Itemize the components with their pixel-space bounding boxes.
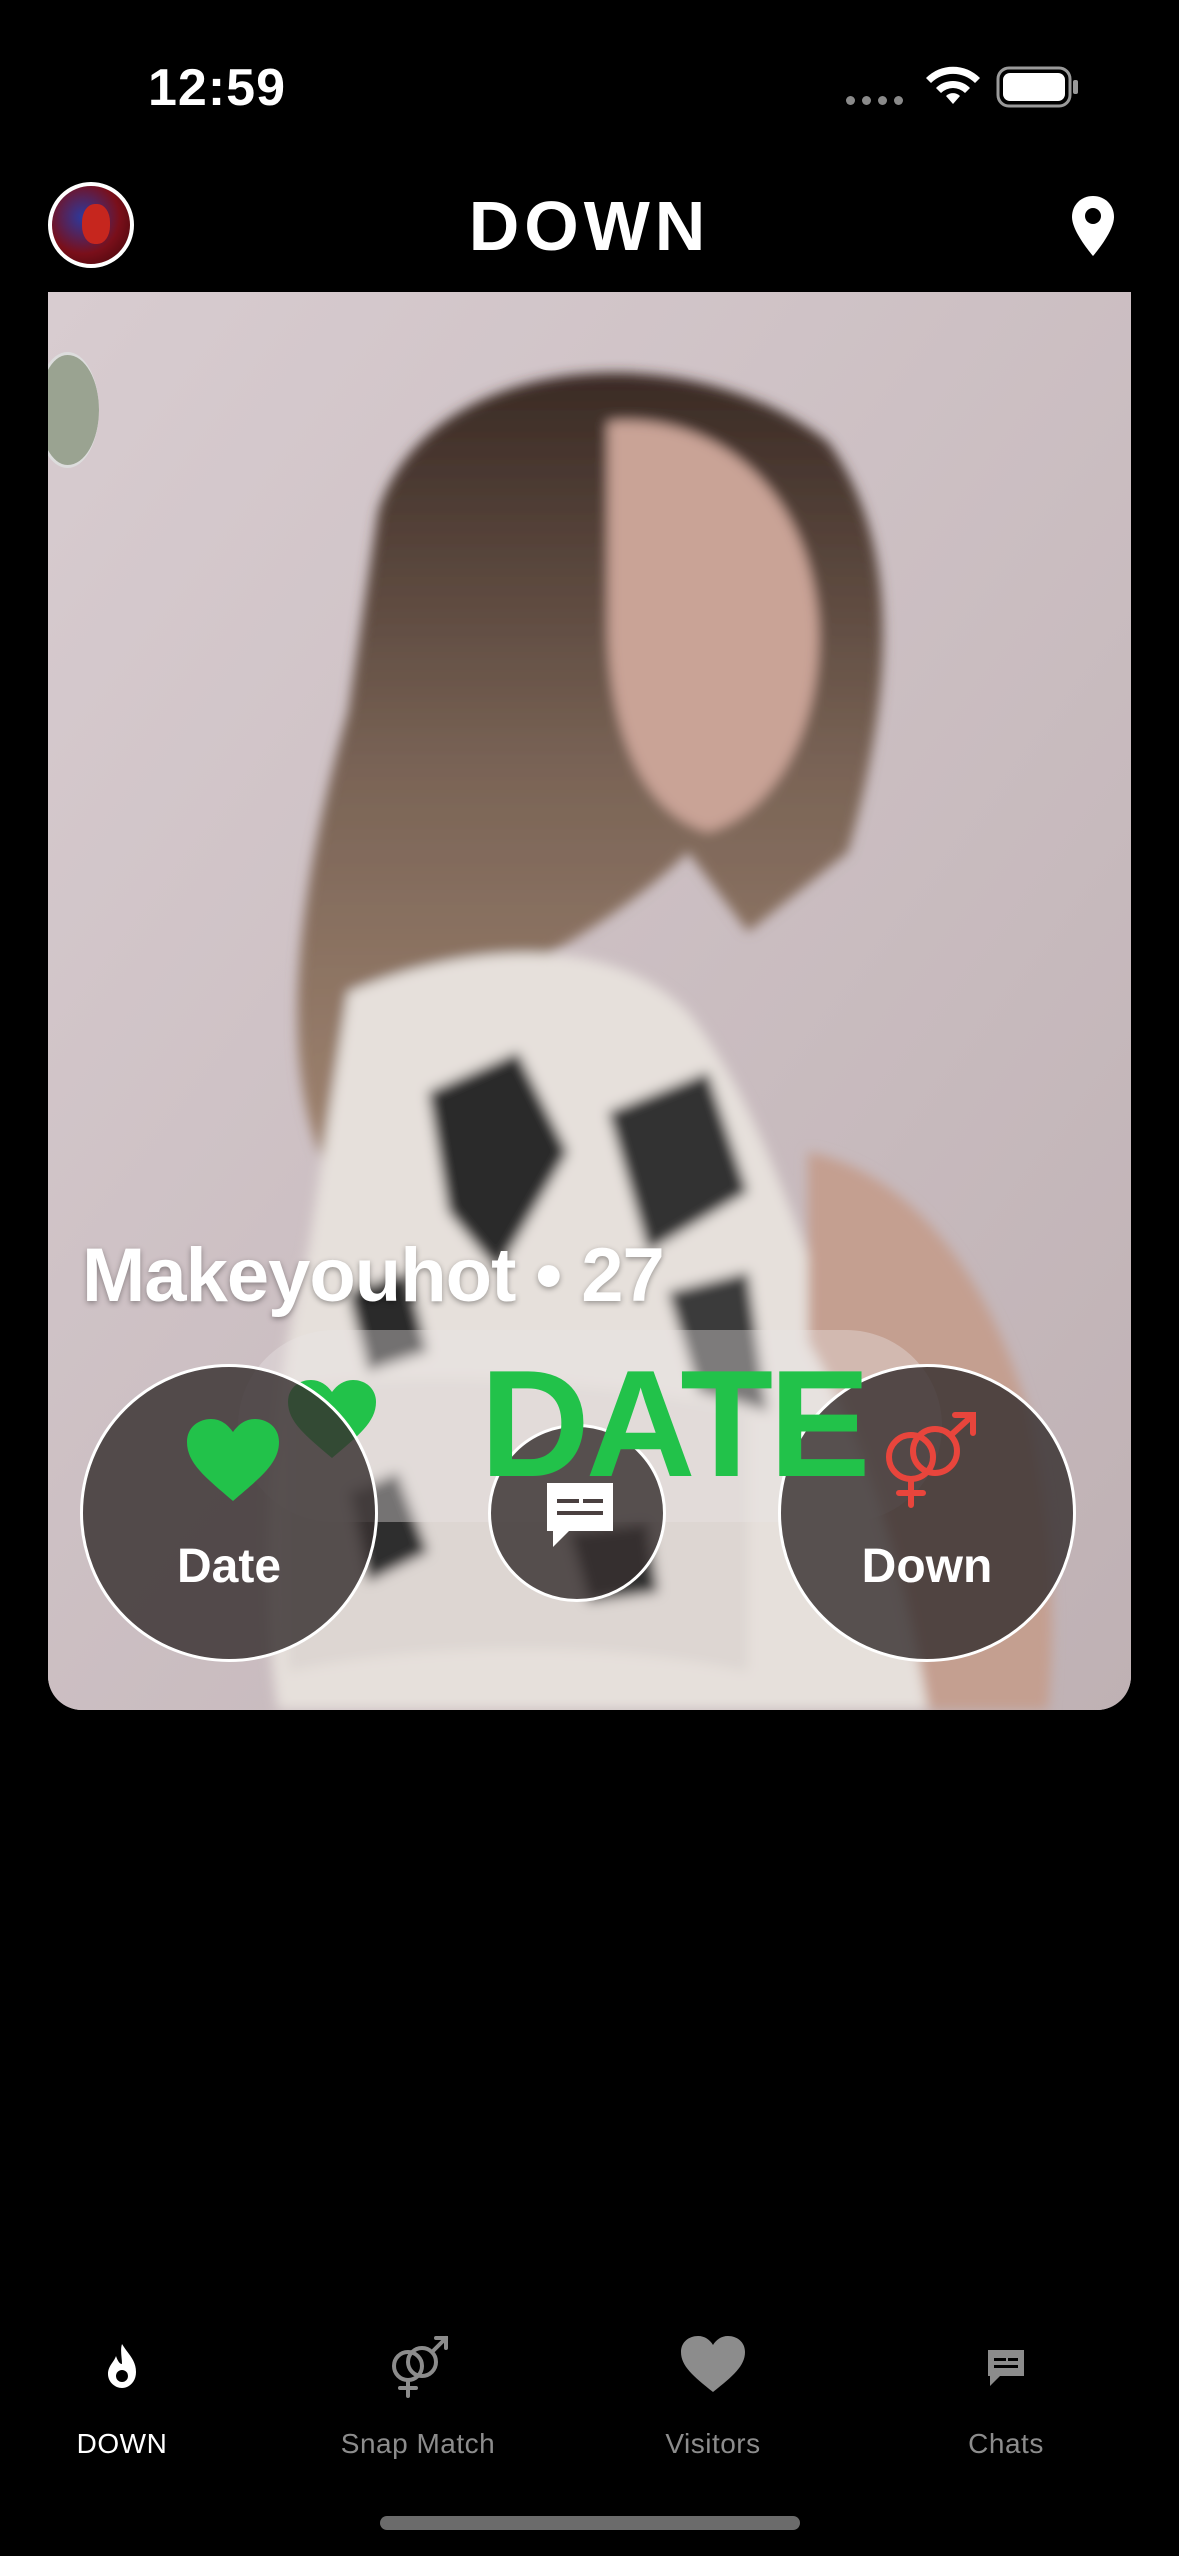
wifi-icon: [926, 66, 980, 104]
tab-label: DOWN: [76, 2428, 168, 2459]
brand-logo: DOWN: [468, 187, 711, 265]
gender-icon: [392, 2336, 448, 2398]
date-stamp-text: DATE: [480, 1339, 870, 1509]
status-time: 12:59: [148, 59, 286, 117]
cellular-signal-icon: [846, 96, 906, 106]
heart-icon: [681, 2336, 745, 2392]
tab-down[interactable]: DOWN: [0, 2330, 272, 2460]
gender-symbol-icon: [886, 1412, 976, 1508]
tab-label: Chats: [968, 2428, 1044, 2459]
tab-label: Snap Match: [340, 2428, 496, 2459]
heart-icon: [187, 1419, 279, 1501]
chat-icon: [988, 2350, 1024, 2386]
battery-icon: [996, 66, 1078, 108]
date-button-label: Date: [176, 1540, 282, 1593]
tab-chats[interactable]: Chats: [856, 2330, 1156, 2460]
tab-visitors[interactable]: Visitors: [563, 2330, 863, 2460]
date-button[interactable]: Date: [80, 1364, 378, 1662]
profile-name-age: Makeyouhot • 27: [82, 1233, 665, 1318]
location-pin-icon[interactable]: [1070, 194, 1116, 258]
flame-icon: [108, 2344, 136, 2388]
tab-snap-match[interactable]: Snap Match: [268, 2330, 568, 2460]
tab-label: Visitors: [665, 2428, 761, 2459]
home-indicator[interactable]: [380, 2516, 800, 2530]
down-button-label: Down: [861, 1540, 993, 1593]
